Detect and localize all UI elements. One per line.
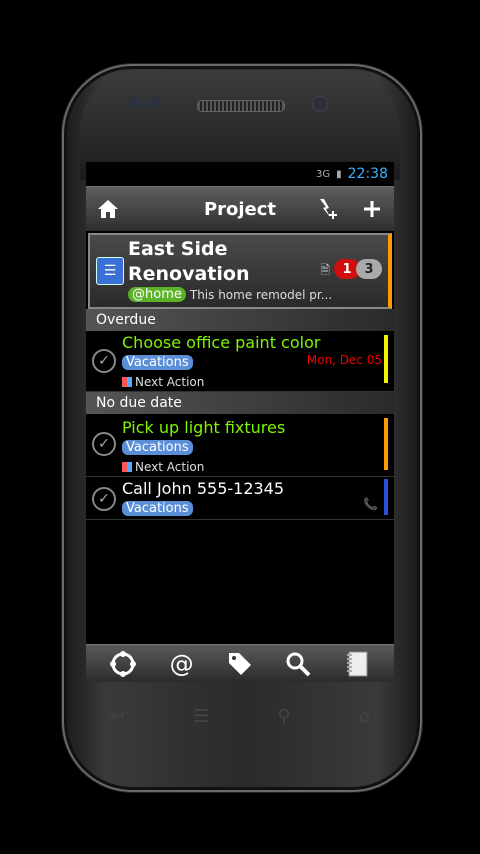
checkmark-icon[interactable]: ✓ xyxy=(92,487,116,511)
project-icon: ☰ xyxy=(96,257,124,285)
status-bar: 3G ▮ 22:38 xyxy=(86,162,394,186)
task-tag: Vacations xyxy=(122,355,193,370)
light-sensor xyxy=(146,97,160,107)
projects-icon xyxy=(110,651,137,677)
section-header-no-due-date: No due date xyxy=(86,392,394,414)
battery-icon: ▮ xyxy=(336,168,342,180)
project-title: East Side Renovation xyxy=(128,238,250,285)
bottom-toolbar: @ xyxy=(86,644,394,682)
action-bar: Project xyxy=(86,186,394,231)
plus-icon xyxy=(364,201,380,217)
back-icon[interactable]: ↩ xyxy=(110,706,125,727)
task-tag: Vacations xyxy=(122,440,193,455)
project-context-row: @home This home remodel pr... xyxy=(128,287,332,302)
projects-button[interactable] xyxy=(103,646,143,682)
home-button[interactable] xyxy=(86,187,130,231)
signal-icon: 3G xyxy=(316,168,331,180)
task-row[interactable]: ✓ Call John 555-12345 Vacations 📞 xyxy=(86,477,394,520)
add-button[interactable] xyxy=(350,187,394,231)
project-description: This home remodel pr... xyxy=(189,287,333,302)
next-action-icon xyxy=(122,462,132,472)
note-icon: 🗎 xyxy=(320,263,330,277)
task-status: Next Action xyxy=(122,375,204,389)
search-button[interactable] xyxy=(278,646,318,682)
task-status: Next Action xyxy=(122,460,204,474)
phone-icon[interactable]: 📞 xyxy=(363,497,378,511)
proximity-sensor xyxy=(128,97,142,107)
contexts-button[interactable]: @ xyxy=(162,646,202,682)
task-status-label: Next Action xyxy=(135,375,205,389)
section-header-overdue: Overdue xyxy=(86,309,394,331)
task-count-badge: 3 xyxy=(356,259,382,279)
search-icon[interactable]: ⚲ xyxy=(277,706,290,727)
tags-button[interactable] xyxy=(220,646,260,682)
project-header[interactable]: ☰ East Side Renovation @home This home r… xyxy=(88,233,392,309)
task-title: Call John 555-12345 xyxy=(122,479,285,498)
contexts-icon: @ xyxy=(169,650,194,678)
priority-bar xyxy=(384,335,388,383)
menu-icon[interactable]: ☰ xyxy=(193,706,209,727)
checkmark-icon[interactable]: ✓ xyxy=(92,349,116,373)
context-tag: @home xyxy=(128,287,186,302)
task-row[interactable]: ✓ Choose office paint color Vacations Ne… xyxy=(86,331,394,392)
task-title: Choose office paint color xyxy=(122,333,321,352)
priority-bar xyxy=(384,418,388,470)
earpiece-speaker xyxy=(197,100,285,112)
home-icon[interactable]: ⌂ xyxy=(359,706,370,727)
task-due-date: Mon, Dec 05 xyxy=(306,353,382,367)
task-row[interactable]: ✓ Pick up light fixtures Vacations Next … xyxy=(86,414,394,477)
notebook-icon xyxy=(346,651,368,677)
task-title: Pick up light fixtures xyxy=(122,418,286,437)
home-icon xyxy=(98,200,118,218)
hardware-nav-keys: ↩ ☰ ⚲ ⌂ xyxy=(110,706,370,727)
lightning-plus-icon xyxy=(320,199,337,219)
quick-add-button[interactable] xyxy=(306,187,350,231)
task-status-label: Next Action xyxy=(135,460,205,474)
status-time: 22:38 xyxy=(347,166,388,182)
checkmark-icon[interactable]: ✓ xyxy=(92,432,116,456)
tags-icon xyxy=(228,653,251,675)
priority-bar xyxy=(384,479,388,515)
front-camera xyxy=(312,96,328,112)
screen: 3G ▮ 22:38 Project ☰ East Side Renovatio… xyxy=(86,162,394,682)
task-tag: Vacations xyxy=(122,501,193,516)
next-action-icon xyxy=(122,377,132,387)
notebook-button[interactable] xyxy=(337,646,377,682)
search-icon xyxy=(286,652,311,677)
